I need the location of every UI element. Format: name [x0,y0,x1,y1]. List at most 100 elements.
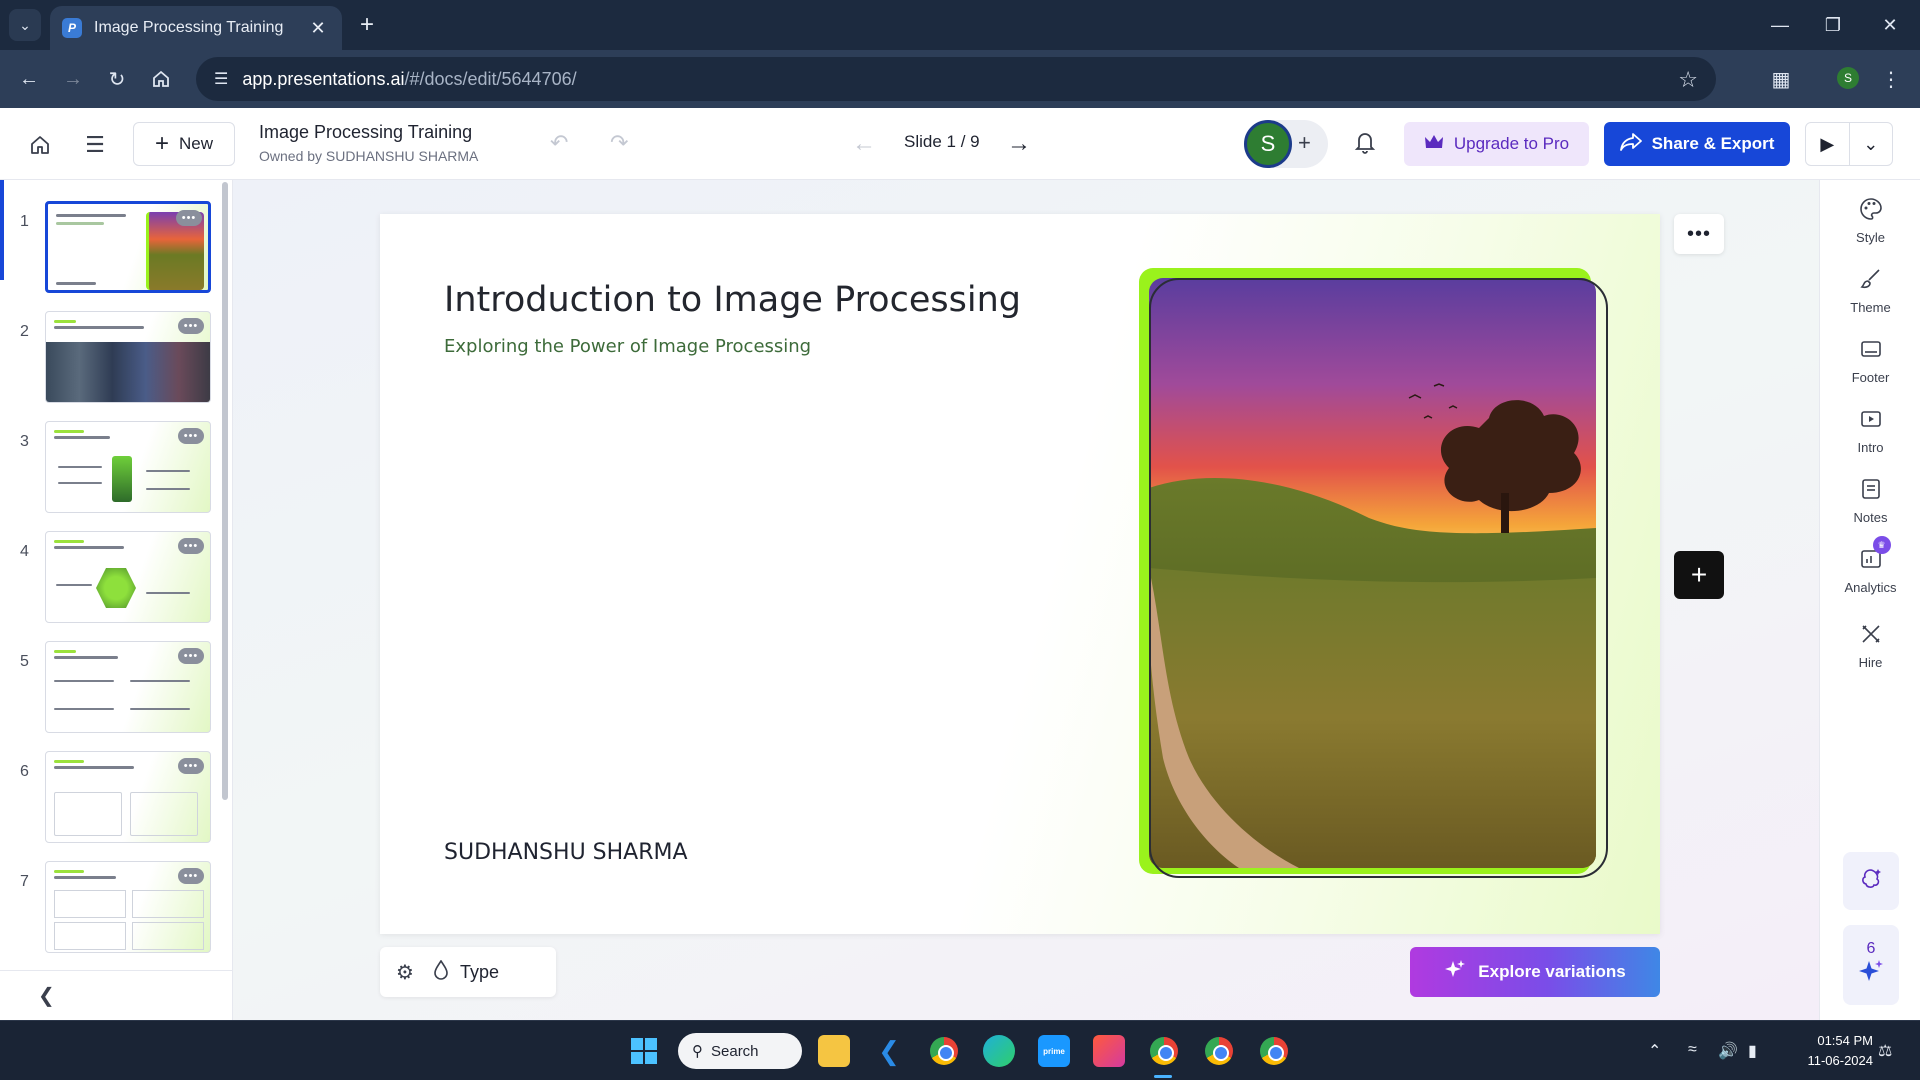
browser-profile-avatar[interactable]: S [1837,67,1859,89]
share-export-button[interactable]: Share & Export [1604,122,1790,166]
new-tab-icon[interactable]: + [352,10,382,40]
rail-analytics[interactable]: ♛ Analytics [1820,536,1920,606]
chrome-profile-icon[interactable] [928,1035,960,1067]
thumbnail-card[interactable]: ••• [45,861,211,953]
rail-theme[interactable]: Theme [1820,266,1920,326]
thumbnail-card[interactable]: ••• [45,531,211,623]
browser-tab[interactable]: P Image Processing Training ✕ [50,6,342,50]
home-icon[interactable] [144,62,178,96]
thumbnail-card[interactable]: ••• [45,641,211,733]
window-close-icon[interactable]: ✕ [1870,8,1910,42]
thumbnail-scrollbar[interactable] [222,182,228,800]
redo-icon[interactable]: ↷ [610,130,628,156]
menu-icon[interactable]: ☰ [80,130,110,160]
extensions-icon[interactable]: ▦ [1764,62,1798,96]
thumb-text-line [56,584,92,586]
slide-thumbnail[interactable]: 3 ••• [0,413,222,513]
thumbnail-card[interactable]: ••• [45,751,211,843]
minimize-icon[interactable]: — [1760,8,1800,42]
clock-date[interactable]: 11-06-2024 [1788,1053,1873,1068]
rail-intro[interactable]: Intro [1820,406,1920,466]
chevron-down-icon[interactable]: ⌄ [1848,123,1893,165]
thumbnail-more-icon[interactable]: ••• [178,318,204,334]
taskbar-search[interactable]: ⚲ Search [678,1033,802,1069]
chrome-icon[interactable] [1203,1035,1235,1067]
rail-notes[interactable]: Notes [1820,476,1920,536]
thumbnail-card[interactable]: ••• [45,311,211,403]
rail-style[interactable]: Style [1820,196,1920,256]
explore-variations-button[interactable]: Explore variations [1410,947,1660,997]
slide-thumbnail[interactable]: 2 ••• [0,303,222,403]
wifi-icon[interactable]: ≈ [1688,1041,1697,1059]
play-icon[interactable]: ▶ [1806,123,1849,165]
collapse-panel-icon[interactable]: ❮ [0,970,233,1020]
type-button[interactable]: Type [432,959,499,985]
windows-start-icon[interactable] [628,1035,660,1067]
thumb-title-line [54,876,116,879]
next-slide-icon[interactable]: → [1007,130,1031,158]
restore-icon[interactable]: ❐ [1813,8,1853,42]
site-info-icon[interactable]: ☰ [214,69,228,89]
thumb-tag [54,650,76,653]
tab-close-icon[interactable]: ✕ [306,18,330,39]
document-title[interactable]: Image Processing Training [259,122,472,143]
rail-label: Intro [1857,440,1884,455]
rail-label: Style [1856,230,1885,245]
ai-assistant-button[interactable] [1843,852,1899,910]
prime-video-icon[interactable]: prime [1038,1035,1070,1067]
battery-icon[interactable]: ▮ [1748,1041,1757,1061]
slide-title[interactable]: Introduction to Image Processing [444,280,1021,320]
slide-author[interactable]: SUDHANSHU SHARMA [444,840,688,865]
app-home-icon[interactable] [25,130,55,160]
browser-menu-icon[interactable]: ⋮ [1874,62,1908,96]
slide-thumbnail[interactable]: 4 ••• [0,523,222,623]
chrome-icon[interactable] [1258,1035,1290,1067]
slide-subtitle[interactable]: Exploring the Power of Image Processing [444,336,811,357]
thumbnail-number: 4 [20,543,29,560]
thumbnail-more-icon[interactable]: ••• [178,538,204,554]
thumbnail-more-icon[interactable]: ••• [178,428,204,444]
forward-icon[interactable]: → [56,62,90,96]
bookmark-star-icon[interactable]: ☆ [1678,67,1698,93]
chevron-up-icon[interactable]: ⌃ [1648,1041,1661,1061]
thumb-box [132,922,204,950]
thumbnail-more-icon[interactable]: ••• [178,758,204,774]
slide-thumbnail[interactable]: 1 ••• [0,193,222,293]
undo-icon[interactable]: ↶ [550,130,568,156]
thumbnail-more-icon[interactable]: ••• [178,648,204,664]
avatar[interactable]: S [1244,120,1292,168]
thumbnail-more-icon[interactable]: ••• [176,210,202,226]
clock-time[interactable]: 01:54 PM [1803,1033,1873,1048]
thumbnail-more-icon[interactable]: ••• [178,868,204,884]
thumb-title-line [56,214,126,217]
reload-icon[interactable]: ↻ [100,62,134,96]
notification-center-icon[interactable]: ⚖ [1878,1041,1892,1061]
notifications-bell-icon[interactable] [1354,130,1376,160]
back-icon[interactable]: ← [12,62,46,96]
settings-gear-icon[interactable]: ⚙ [396,960,414,985]
creative-cloud-icon[interactable] [1093,1035,1125,1067]
slide-thumbnail[interactable]: 5 ••• [0,633,222,733]
upgrade-label: Upgrade to Pro [1453,134,1570,153]
rail-footer[interactable]: Footer [1820,336,1920,396]
slide-canvas[interactable]: Introduction to Image Processing Explori… [380,214,1660,934]
volume-icon[interactable]: 🔊 [1718,1041,1738,1061]
slide-thumbnail[interactable]: 6 ••• [0,743,222,843]
chrome-active-icon[interactable] [1148,1035,1180,1067]
thumbnail-card[interactable]: ••• [45,201,211,293]
rail-hire[interactable]: Hire [1820,621,1920,681]
add-collaborator-icon[interactable]: + [1298,130,1311,156]
new-button[interactable]: + New [133,122,235,166]
thumbnail-card[interactable]: ••• [45,421,211,513]
url-input[interactable]: ☰ app.presentations.ai/#/docs/edit/56447… [196,57,1716,101]
edge-icon[interactable] [983,1035,1015,1067]
file-explorer-icon[interactable] [818,1035,850,1067]
add-slide-button[interactable]: + [1674,551,1724,599]
ai-credits-button[interactable]: 6 [1843,925,1899,1005]
upgrade-to-pro-button[interactable]: Upgrade to Pro [1404,122,1589,166]
slide-more-options-icon[interactable]: ••• [1674,214,1724,254]
slide-thumbnail[interactable]: 7 ••• [0,853,222,953]
tab-search-menu-icon[interactable]: ⌄ [9,9,41,41]
vscode-icon[interactable]: ❮ [873,1035,905,1067]
previous-slide-icon[interactable]: ← [852,130,876,158]
